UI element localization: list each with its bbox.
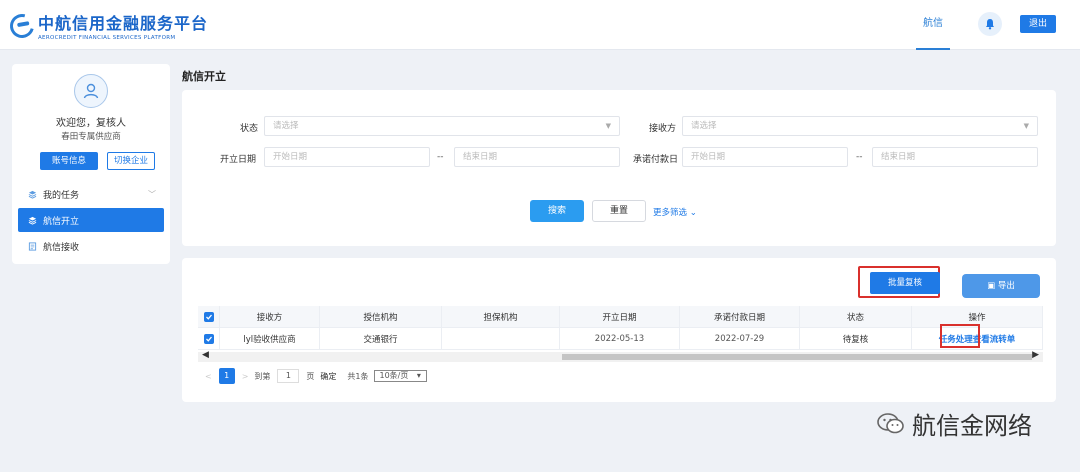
export-button[interactable]: ▣ 导出 (962, 274, 1040, 298)
sidebar-item-label: 航信开立 (43, 216, 80, 227)
highlight-box (940, 324, 980, 348)
prev-page-button[interactable]: < (205, 372, 212, 381)
document-icon (28, 241, 37, 251)
sidebar-item-label: 航信接收 (43, 242, 80, 253)
end-date-placeholder: 结束日期 (463, 152, 498, 162)
scrollbar-thumb[interactable] (562, 354, 1032, 360)
chevron-down-icon: ▼ (605, 122, 611, 130)
goto-label: 到第 (254, 371, 271, 381)
sidebar-item-my-tasks[interactable]: 我的任务 ﹀ (18, 182, 164, 206)
checkmark-icon (203, 311, 214, 322)
cell-pay-date: 2022-07-29 (680, 328, 800, 350)
filter-panel: 状态 请选择 ▼ 接收方 请选择 ▼ 开立日期 开始日期 -- 结束日期 承诺付… (182, 90, 1056, 246)
row-checkbox[interactable] (198, 328, 220, 350)
double-chevron-down-icon: ⌄ (689, 208, 697, 218)
more-filters-link[interactable]: 更多筛选 ⌄ (653, 206, 697, 218)
total-count: 共1条 (347, 371, 369, 381)
page-size-value: 10条/页 (379, 371, 409, 380)
column-header: 接收方 (220, 306, 320, 328)
table-row[interactable]: lyl验收供应商 交通银行 2022-05-13 2022-07-29 待复核 … (198, 328, 1043, 350)
chevron-right-icon[interactable]: ▶ (1032, 350, 1039, 360)
avatar (74, 74, 108, 108)
start-date-placeholder: 开始日期 (691, 152, 726, 162)
column-header: 承诺付款日期 (680, 306, 800, 328)
layers-icon (28, 216, 37, 225)
status-select[interactable]: 请选择 ▼ (264, 116, 620, 136)
batch-review-button[interactable]: 批量复核 (870, 272, 940, 294)
user-icon (83, 83, 99, 99)
page-title: 航信开立 (182, 70, 226, 83)
brand-logo-icon (5, 9, 39, 42)
switch-company-button[interactable]: 切换企业 (107, 152, 155, 170)
watermark: 航信金网络 (876, 406, 1032, 441)
page-size-select[interactable]: 10条/页 ▾ (373, 370, 427, 382)
welcome-text: 欢迎您，复核人 (56, 118, 126, 129)
receiver-select[interactable]: 请选择 ▼ (682, 116, 1038, 136)
status-label: 状态 (239, 124, 258, 134)
results-panel: 批量复核 ▣ 导出 接收方 授信机构 担保机构 开立日期 承诺付款日期 状态 操… (182, 258, 1056, 402)
cell-receiver: lyl验收供应商 (220, 328, 320, 350)
status-placeholder: 请选择 (273, 121, 299, 131)
column-header: 担保机构 (442, 306, 560, 328)
horizontal-scrollbar[interactable]: ◀ ▶ (198, 350, 1043, 362)
logout-button[interactable]: 退出 (1020, 15, 1056, 33)
brand-name-en: AEROCREDIT FINANCIAL SERVICES PLATFORM (38, 35, 176, 41)
start-date-placeholder: 开始日期 (273, 152, 308, 162)
column-header: 开立日期 (560, 306, 680, 328)
receiver-label: 接收方 (648, 124, 676, 134)
notification-button[interactable] (978, 12, 1002, 36)
pay-date-end-input[interactable]: 结束日期 (872, 147, 1038, 167)
sidebar: 欢迎您，复核人 春田专属供应商 账号信息 切换企业 我的任务 ﹀ 航信开立 航信… (12, 64, 170, 264)
next-page-button[interactable]: > (242, 372, 249, 381)
table-header-row: 接收方 授信机构 担保机构 开立日期 承诺付款日期 状态 操作 (198, 306, 1043, 328)
open-date-label: 开立日期 (219, 155, 256, 165)
export-label: 导出 (997, 281, 1015, 291)
brand-logo[interactable]: 中航信用金融服务平台 AEROCREDIT FINANCIAL SERVICES… (5, 9, 209, 42)
bell-icon (986, 19, 994, 30)
chevron-down-icon: ▼ (1023, 122, 1029, 130)
select-all-checkbox[interactable] (198, 306, 220, 328)
cell-open-date: 2022-05-13 (560, 328, 680, 350)
reset-button[interactable]: 重置 (592, 200, 646, 222)
watermark-text: 航信金网络 (912, 412, 1032, 440)
sidebar-item-label: 我的任务 (43, 190, 80, 201)
column-header: 状态 (800, 306, 912, 328)
search-button[interactable]: 搜索 (530, 200, 584, 222)
pay-date-label: 承诺付款日 (632, 155, 678, 165)
cell-guarantee-org (442, 328, 560, 350)
company-name: 春田专属供应商 (61, 132, 121, 142)
confirm-jump-button[interactable]: 确定 (320, 371, 336, 382)
sidebar-item-open[interactable]: 航信开立 (18, 208, 164, 232)
chevron-left-icon[interactable]: ◀ (202, 350, 209, 360)
column-header: 授信机构 (320, 306, 442, 328)
chevron-down-icon: ﹀ (148, 190, 156, 199)
pay-date-start-input[interactable]: 开始日期 (682, 147, 848, 167)
date-range-separator: -- (437, 152, 444, 162)
checkmark-icon (203, 333, 214, 344)
page-number-button[interactable]: 1 (218, 368, 235, 384)
sidebar-item-receive[interactable]: 航信接收 (18, 234, 164, 258)
chevron-down-icon: ▾ (416, 371, 421, 380)
open-date-start-input[interactable]: 开始日期 (264, 147, 430, 167)
date-range-separator: -- (856, 152, 863, 162)
file-icon: ▣ (987, 281, 996, 291)
layers-icon (28, 190, 37, 199)
open-date-end-input[interactable]: 结束日期 (454, 147, 620, 167)
nav-tab-hangxin[interactable]: 航信 (916, 0, 950, 50)
receiver-placeholder: 请选择 (691, 121, 717, 131)
cell-status: 待复核 (800, 328, 912, 350)
end-date-placeholder: 结束日期 (881, 152, 916, 162)
wechat-icon (877, 412, 904, 433)
brand-name-cn: 中航信用金融服务平台 (38, 14, 209, 33)
pagination: < 1 > 到第 1 页 确定 共1条 10条/页 ▾ (202, 368, 430, 384)
cell-credit-org: 交通银行 (320, 328, 442, 350)
more-filters-label: 更多筛选 (653, 208, 688, 218)
page-unit-label: 页 (306, 371, 315, 381)
top-bar: 中航信用金融服务平台 AEROCREDIT FINANCIAL SERVICES… (0, 0, 1080, 50)
page-jump-input[interactable]: 1 (277, 369, 300, 383)
account-info-button[interactable]: 账号信息 (40, 152, 98, 170)
